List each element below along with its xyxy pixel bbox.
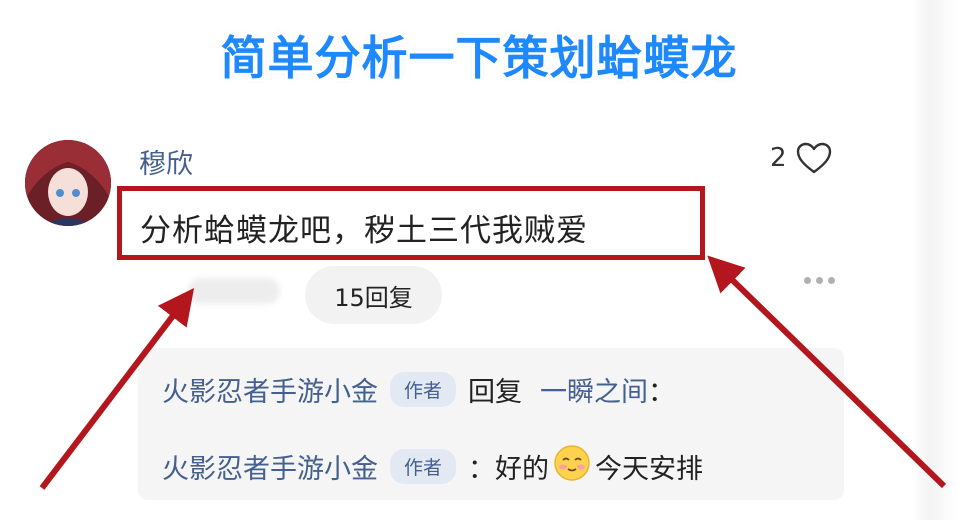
red-arrow (707, 255, 947, 489)
annotation-arrows (39, 255, 947, 490)
red-arrow (39, 288, 195, 490)
